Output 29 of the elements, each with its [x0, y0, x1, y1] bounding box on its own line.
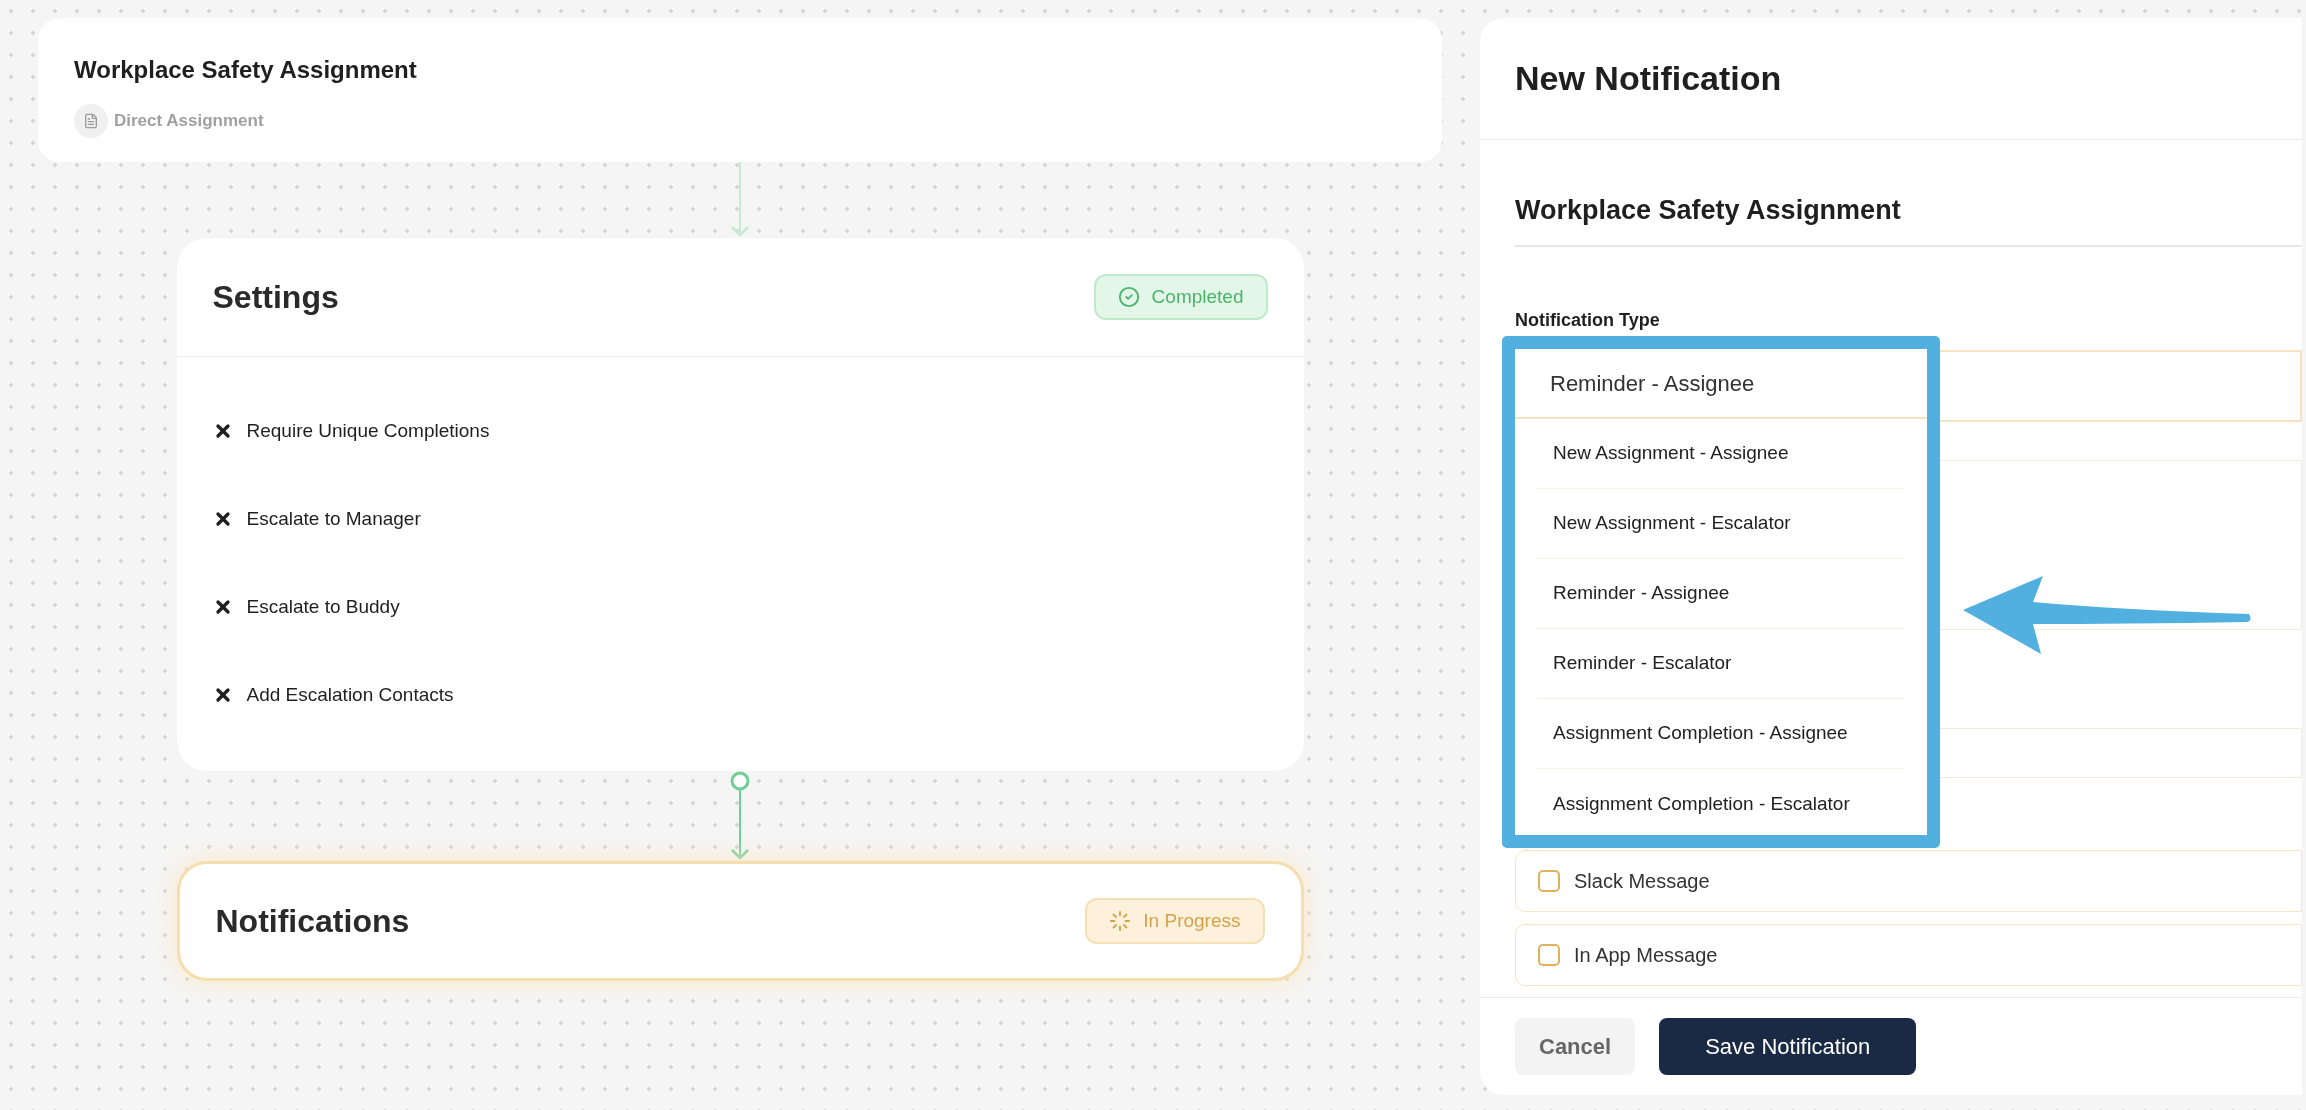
- dropdown-option[interactable]: New Assignment - Assignee: [1537, 419, 1905, 489]
- status-badge: Completed: [1093, 274, 1268, 320]
- save-button[interactable]: Save Notification: [1659, 1018, 1917, 1075]
- step-title: Settings: [212, 278, 339, 317]
- checkbox[interactable]: [1538, 943, 1560, 966]
- channel-option[interactable]: Slack Message: [1515, 849, 2302, 912]
- setting-label: Escalate to Manager: [246, 506, 421, 531]
- step-title: Notifications: [215, 902, 410, 941]
- dropdown-option[interactable]: Reminder - Assignee: [1537, 559, 1905, 629]
- channel-option[interactable]: In App Message: [1515, 923, 2302, 986]
- panel-title: New Notification: [1515, 58, 1782, 99]
- card-title: Workplace Safety Assignment: [74, 55, 418, 85]
- document-icon: [74, 104, 108, 138]
- dropdown-option[interactable]: Reminder - Escalator: [1537, 629, 1905, 699]
- setting-label: Add Escalation Contacts: [246, 682, 454, 707]
- dropdown-option[interactable]: Assignment Completion - Assignee: [1537, 699, 1905, 769]
- spinner-icon: [1109, 910, 1132, 932]
- field-label: Notification Type: [1515, 308, 1661, 332]
- setting-label: Escalate to Buddy: [246, 594, 400, 619]
- dropdown-option[interactable]: New Assignment - Escalator: [1537, 489, 1905, 559]
- dropdown-option[interactable]: Assignment Completion - Escalator: [1537, 769, 1905, 839]
- checkbox[interactable]: [1538, 869, 1560, 892]
- check-circle-icon: [1117, 286, 1140, 308]
- select-field[interactable]: Reminder - Assignee: [1515, 349, 1927, 419]
- status-badge: In Progress: [1085, 898, 1265, 944]
- section-title: Workplace Safety Assignment: [1515, 195, 1901, 225]
- card-subtitle: Direct Assignment: [114, 110, 264, 133]
- cancel-button[interactable]: Cancel: [1515, 1018, 1636, 1075]
- setting-label: Require Unique Completions: [246, 418, 490, 443]
